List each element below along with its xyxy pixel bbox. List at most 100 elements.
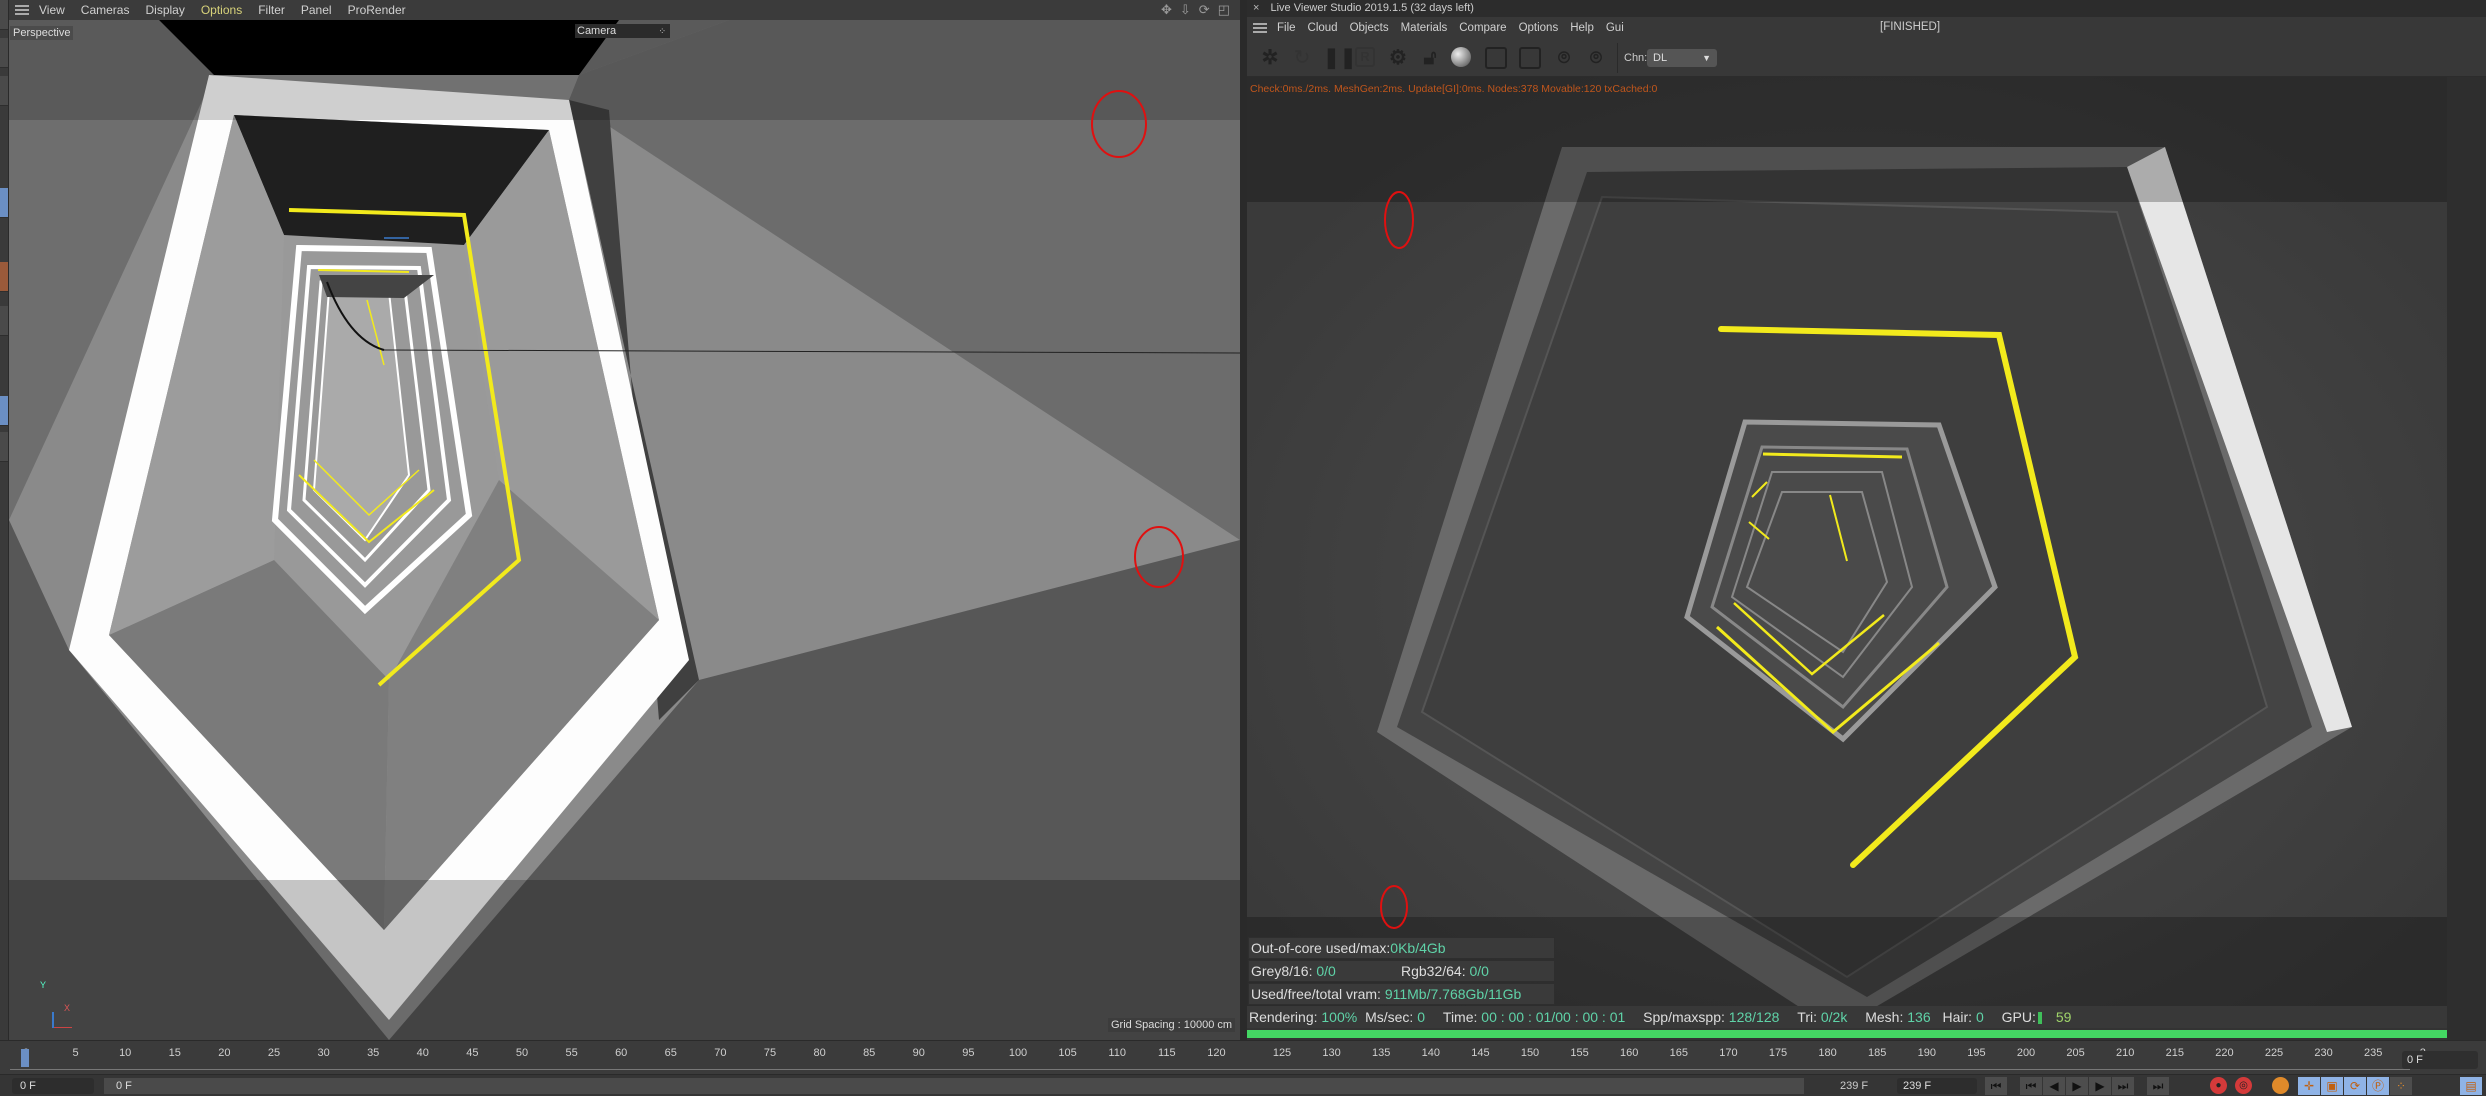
ms-stat: Ms/sec: 0 bbox=[1365, 1009, 1426, 1025]
rotate-icon[interactable]: ⟳ bbox=[1199, 2, 1210, 18]
tool-button[interactable] bbox=[0, 262, 8, 292]
clay-mode-icon[interactable] bbox=[1485, 47, 1507, 69]
hamburger-menu-icon[interactable] bbox=[1253, 23, 1267, 33]
menu-view[interactable]: View bbox=[39, 3, 65, 17]
timeline-tick-label: 15 bbox=[168, 1047, 181, 1059]
live-viewer-titlebar: × Live Viewer Studio 2019.1.5 (32 days l… bbox=[1247, 0, 2486, 17]
menu-filter[interactable]: Filter bbox=[258, 3, 285, 17]
axis-y-label: Y bbox=[40, 980, 47, 990]
key-scale-icon[interactable]: ▣ bbox=[2321, 1077, 2343, 1095]
next-key-icon[interactable]: ⏭ bbox=[2112, 1077, 2134, 1095]
viewport-scene bbox=[9, 20, 1240, 1040]
restart-icon[interactable]: ↻ bbox=[1291, 47, 1313, 69]
current-frame-field[interactable]: 0 F bbox=[12, 1078, 94, 1094]
tool-button[interactable] bbox=[0, 0, 8, 30]
app-root: View Cameras Display Options Filter Pane… bbox=[0, 0, 2486, 1096]
goto-end-icon[interactable]: ⏭ bbox=[2147, 1077, 2169, 1095]
lv-menu-cloud[interactable]: Cloud bbox=[1308, 22, 1338, 34]
timeline-ruler[interactable]: 0510152025303540455055606570758085909510… bbox=[0, 1040, 2486, 1074]
timeline-tick-label: 5 bbox=[72, 1047, 79, 1059]
timeline-tick-label: 155 bbox=[1570, 1047, 1589, 1059]
key-rotation-icon[interactable]: ⟳ bbox=[2344, 1077, 2366, 1095]
lv-menu-objects[interactable]: Objects bbox=[1350, 22, 1389, 34]
menu-cameras[interactable]: Cameras bbox=[81, 3, 130, 17]
maximize-icon[interactable]: ◰ bbox=[1218, 2, 1230, 18]
lv-menu-compare[interactable]: Compare bbox=[1459, 22, 1506, 34]
panel-divider[interactable] bbox=[1240, 0, 1247, 1040]
lv-menu-file[interactable]: File bbox=[1277, 22, 1296, 34]
gpu-usage-bar bbox=[2037, 1012, 2042, 1025]
toolbar-separator bbox=[1617, 43, 1618, 73]
lv-menu-gui[interactable]: Gui bbox=[1606, 22, 1624, 34]
next-frame-icon[interactable]: ▶ bbox=[2089, 1077, 2111, 1095]
viewport-menubar: View Cameras Display Options Filter Pane… bbox=[9, 0, 1240, 20]
time-stat: Time: 00 : 00 : 01/00 : 00 : 01 bbox=[1442, 1009, 1626, 1025]
menu-options[interactable]: Options bbox=[201, 3, 242, 17]
camera-options-icon: ⁘ bbox=[658, 26, 666, 36]
lv-menu-options[interactable]: Options bbox=[1519, 22, 1559, 34]
material-ball-icon[interactable] bbox=[1451, 47, 1471, 67]
timeline-tick-label: 35 bbox=[367, 1047, 380, 1059]
timeline-window-icon[interactable]: ▤ bbox=[2460, 1077, 2482, 1095]
timeline-tick-label: 45 bbox=[466, 1047, 479, 1059]
tool-button[interactable] bbox=[0, 396, 8, 426]
goto-start-icon[interactable]: ⏮ bbox=[1985, 1077, 2007, 1095]
pause-icon[interactable]: ❚❚ bbox=[1323, 47, 1357, 69]
key-pla-icon[interactable]: ⁘ bbox=[2390, 1077, 2412, 1095]
keyframe-selection-icon[interactable] bbox=[2272, 1077, 2289, 1094]
render-progress-bar bbox=[1247, 1030, 2447, 1038]
render-info-bar: Rendering: 100% Ms/sec: 0 Time: 00 : 00 … bbox=[1247, 1006, 2447, 1028]
render-view[interactable] bbox=[1247, 77, 2447, 1012]
lv-menu-materials[interactable]: Materials bbox=[1401, 22, 1448, 34]
play-icon[interactable]: ▶ bbox=[2066, 1077, 2088, 1095]
region-render-icon[interactable]: R bbox=[1355, 47, 1375, 67]
material-picker-icon[interactable]: ⌾ bbox=[1585, 47, 1607, 69]
live-viewer-scrollbar[interactable] bbox=[2447, 77, 2486, 1040]
out-of-core-info: Out-of-core used/max:0Kb/4Gb bbox=[1248, 937, 1555, 959]
lv-menu-help[interactable]: Help bbox=[1570, 22, 1594, 34]
subsampling-icon[interactable] bbox=[1519, 47, 1541, 69]
range-end-field[interactable]: 239 F bbox=[1897, 1078, 1977, 1094]
tool-button[interactable] bbox=[0, 188, 8, 218]
octane-send-icon[interactable]: ✲ bbox=[1259, 47, 1281, 69]
autokey-icon[interactable]: ◎ bbox=[2235, 1077, 2252, 1094]
move-icon[interactable]: ✥ bbox=[1161, 2, 1172, 18]
timeline-tick-label: 185 bbox=[1868, 1047, 1887, 1059]
out-of-core-label: Out-of-core used/max: bbox=[1251, 940, 1391, 956]
channel-select[interactable]: DL ▼ bbox=[1647, 49, 1717, 67]
tool-button[interactable] bbox=[0, 38, 8, 68]
tool-button[interactable] bbox=[0, 306, 8, 336]
close-icon[interactable]: × bbox=[1253, 2, 1259, 14]
timeline-tick-label: 140 bbox=[1421, 1047, 1440, 1059]
timeline-frame-field[interactable]: 0 F bbox=[2402, 1051, 2478, 1069]
timeline-tick-label: 125 bbox=[1272, 1047, 1292, 1059]
timeline-tick-label: 75 bbox=[763, 1047, 777, 1059]
prev-frame-icon[interactable]: ◀ bbox=[2043, 1077, 2065, 1095]
timeline-tick-label: 230 bbox=[2314, 1047, 2333, 1059]
zoom-icon[interactable]: ⇩ bbox=[1180, 2, 1191, 18]
prev-key-icon[interactable]: ⏮ bbox=[2020, 1077, 2042, 1095]
settings-icon[interactable]: ⚙ bbox=[1387, 47, 1409, 69]
timeline-playhead[interactable] bbox=[21, 1049, 29, 1067]
timeline-tick-label: 205 bbox=[2066, 1047, 2085, 1059]
hamburger-menu-icon[interactable] bbox=[15, 5, 29, 15]
key-parameter-icon[interactable]: Ⓟ bbox=[2367, 1077, 2389, 1095]
tool-button[interactable] bbox=[0, 76, 8, 106]
menu-prorender[interactable]: ProRender bbox=[348, 3, 406, 17]
focus-picker-icon[interactable]: ⌾ bbox=[1553, 47, 1575, 69]
timeline-tick-label: 160 bbox=[1620, 1047, 1639, 1059]
range-start-field[interactable]: 0 F bbox=[104, 1078, 1804, 1094]
view-label[interactable]: Perspective bbox=[10, 26, 74, 40]
mesh-stat: Mesh: 136 bbox=[1865, 1009, 1931, 1025]
menu-display[interactable]: Display bbox=[145, 3, 184, 17]
render-stats-line: Check:0ms./2ms. MeshGen:2ms. Update[GI]:… bbox=[1250, 83, 1658, 95]
timeline-tick-label: 105 bbox=[1058, 1047, 1077, 1059]
lock-icon[interactable]: 🔓︎ bbox=[1419, 47, 1441, 69]
camera-select[interactable]: Camera ⁘ bbox=[575, 24, 670, 38]
menu-panel[interactable]: Panel bbox=[301, 3, 332, 17]
tool-button[interactable] bbox=[0, 432, 8, 462]
record-icon[interactable]: ● bbox=[2210, 1077, 2227, 1094]
key-position-icon[interactable]: ✛ bbox=[2298, 1077, 2320, 1095]
timeline-tick-label: 25 bbox=[267, 1047, 281, 1059]
perspective-viewport[interactable] bbox=[9, 20, 1240, 1040]
